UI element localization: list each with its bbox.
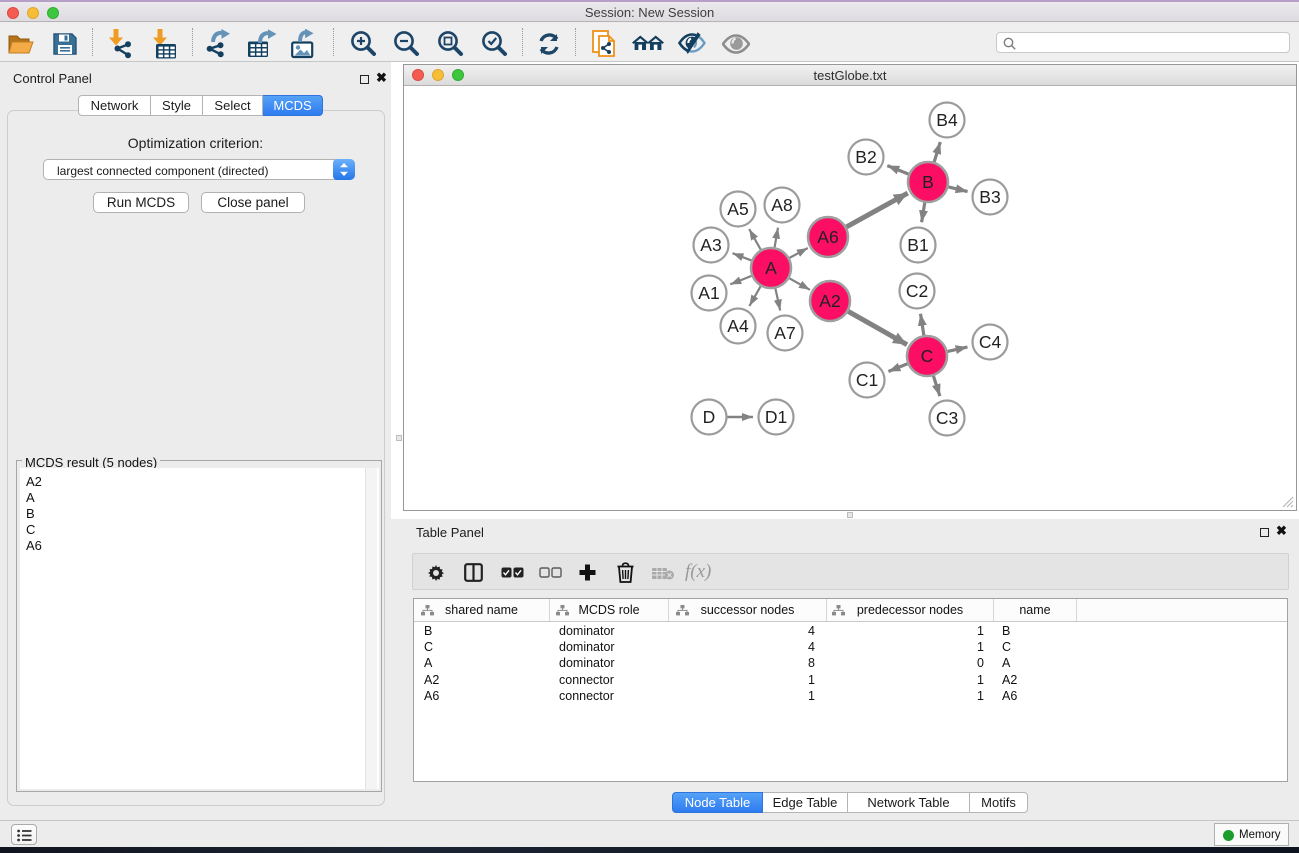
svg-text:A1: A1 <box>698 283 719 303</box>
svg-text:B2: B2 <box>855 147 876 167</box>
svg-text:C2: C2 <box>906 281 928 301</box>
svg-text:B1: B1 <box>907 235 928 255</box>
svg-text:C1: C1 <box>856 370 878 390</box>
svg-text:B4: B4 <box>936 110 958 130</box>
svg-text:C3: C3 <box>936 408 958 428</box>
svg-text:B3: B3 <box>979 187 1000 207</box>
svg-text:A4: A4 <box>727 316 749 336</box>
svg-text:C: C <box>921 346 934 366</box>
svg-text:D: D <box>703 407 716 427</box>
svg-text:A: A <box>765 258 777 278</box>
svg-text:A6: A6 <box>817 227 838 247</box>
svg-text:B: B <box>922 172 934 192</box>
svg-text:A3: A3 <box>700 235 721 255</box>
svg-text:A5: A5 <box>727 199 748 219</box>
svg-text:A2: A2 <box>819 291 840 311</box>
svg-text:C4: C4 <box>979 332 1002 352</box>
svg-text:D1: D1 <box>765 407 787 427</box>
svg-text:A7: A7 <box>774 323 795 343</box>
svg-text:A8: A8 <box>771 195 792 215</box>
